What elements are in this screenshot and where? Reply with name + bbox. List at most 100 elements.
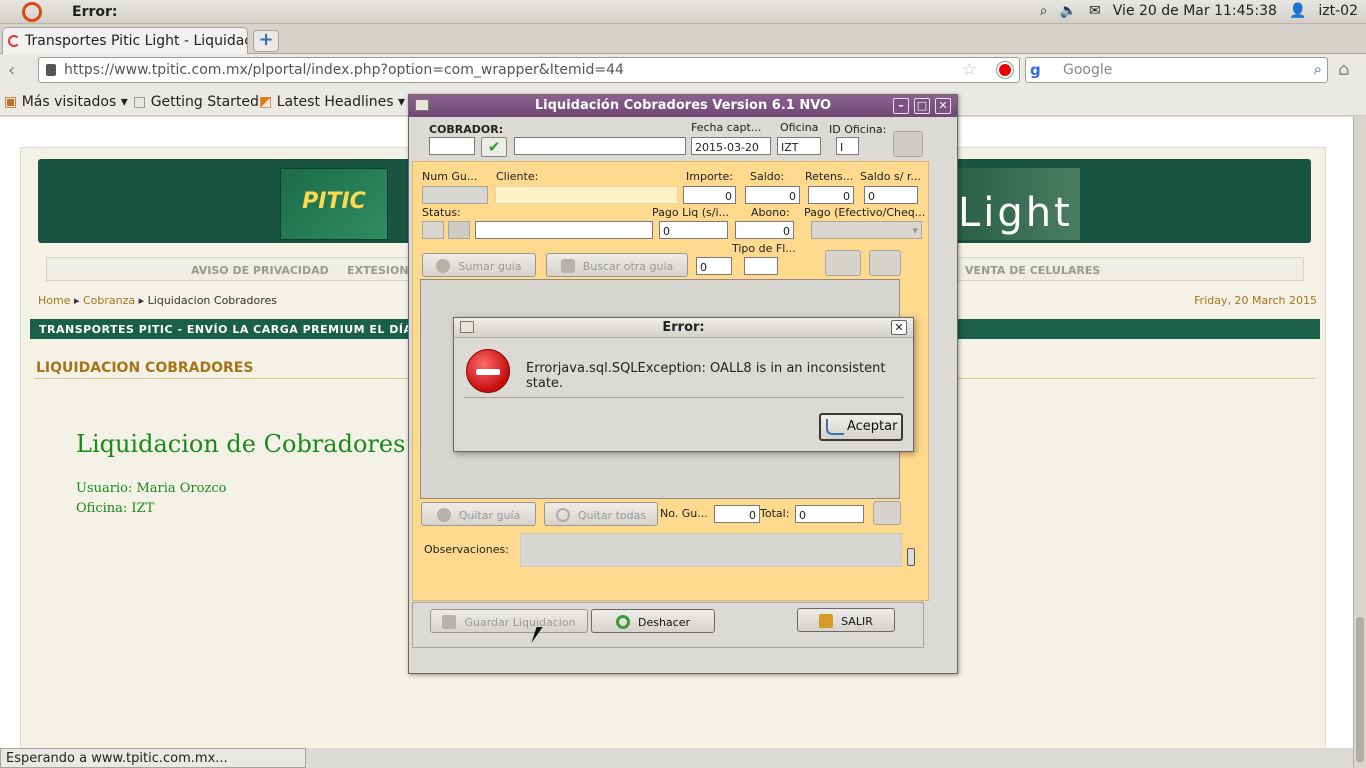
importe-field[interactable]: 0: [683, 186, 736, 204]
menu-aviso-privacidad[interactable]: AVISO DE PRIVACIDAD: [191, 264, 329, 277]
window-titlebar[interactable]: Liquidación Cobradores Version 6.1 NVO –…: [409, 95, 957, 117]
cobrador-name-field[interactable]: [514, 137, 686, 155]
error-message: Errorjava.sql.SQLException: OALL8 is in …: [526, 361, 886, 391]
total-field[interactable]: 0: [795, 505, 864, 523]
minimize-button[interactable]: –: [893, 98, 909, 114]
status-bar: Esperando a www.tpitic.com.mx...: [0, 748, 306, 768]
network-icon[interactable]: ⌕: [1040, 3, 1048, 19]
cobrador-id-field[interactable]: [429, 137, 475, 155]
exit-door-icon: [819, 614, 834, 628]
ubuntu-logo-icon[interactable]: [22, 2, 42, 22]
url-bar[interactable]: https://www.tpitic.com.mx/plportal/index…: [38, 57, 1020, 83]
quitar-todas-button[interactable]: Quitar todas: [544, 502, 658, 526]
browser-tab[interactable]: Transportes Pitic Light - Liquidac...: [2, 27, 248, 54]
mail-icon[interactable]: ✉: [1089, 3, 1101, 19]
user-info: Usuario: Maria Orozco: [76, 481, 227, 496]
scroll-handle[interactable]: [907, 548, 915, 566]
maximize-button[interactable]: □: [914, 98, 930, 114]
search-input[interactable]: g Google ⌕: [1025, 57, 1328, 83]
aceptar-button[interactable]: Aceptar: [819, 413, 903, 441]
num-guia-field[interactable]: [422, 186, 488, 204]
oficina-field[interactable]: IZT: [777, 137, 821, 155]
saldo-sr-field[interactable]: 0: [864, 186, 918, 204]
pitic-logo[interactable]: PITIC: [280, 168, 388, 240]
bookmark-getting-started[interactable]: □ Getting Started: [133, 94, 259, 110]
check-icon[interactable]: ✔: [481, 137, 507, 157]
menu-venta-celulares[interactable]: VENTA DE CELULARES: [965, 264, 1100, 277]
quitar-guia-button[interactable]: Quitar guía: [421, 502, 536, 526]
total-label: Total:: [760, 507, 790, 520]
id-oficina-field[interactable]: I: [836, 137, 859, 155]
scrollbar-thumb[interactable]: [1356, 617, 1364, 762]
user-icon[interactable]: 👤: [1289, 3, 1306, 19]
retens-field[interactable]: 0: [808, 186, 854, 204]
window-title: Liquidación Cobradores Version 6.1 NVO: [534, 98, 832, 113]
salir-button[interactable]: SALIR: [797, 608, 895, 632]
monitor-icon[interactable]: [873, 501, 901, 525]
pago-efectivo-select[interactable]: ▾: [811, 221, 922, 239]
google-icon[interactable]: g: [1030, 61, 1041, 79]
breadcrumb-home[interactable]: Home: [38, 294, 70, 307]
guia-count-field[interactable]: 0: [696, 257, 732, 275]
retens-label: Retens...: [805, 170, 854, 183]
binoculars-icon: [560, 259, 575, 273]
status-desc-field[interactable]: [475, 221, 653, 239]
cliente-label: Cliente:: [496, 170, 539, 183]
observaciones-field[interactable]: [520, 533, 902, 567]
back-icon[interactable]: ‹: [8, 60, 15, 81]
dialog-title: Error:: [662, 320, 705, 335]
magnifier-icon[interactable]: [869, 250, 901, 276]
brand-light-text: Light: [958, 190, 1073, 236]
record-icon[interactable]: [997, 62, 1013, 78]
status-field[interactable]: [422, 221, 444, 239]
fecha-field[interactable]: 2015-03-20: [691, 137, 771, 155]
navigation-bar: ‹ https://www.tpitic.com.mx/plportal/ind…: [0, 54, 1366, 88]
close-button[interactable]: ✕: [935, 98, 951, 114]
breadcrumb: Home ▸ Cobranza ▸ Liquidacion Cobradores: [38, 294, 278, 307]
guardar-liquidacion-button[interactable]: Guardar Liquidacion: [430, 609, 588, 633]
cliente-field[interactable]: [495, 186, 678, 204]
breadcrumb-current: Liquidacion Cobradores: [147, 294, 278, 307]
dialog-close-button[interactable]: ✕: [891, 320, 907, 335]
clock[interactable]: Vie 20 de Mar 11:45:38: [1113, 3, 1277, 19]
bookmark-star-icon[interactable]: ☆: [962, 60, 977, 80]
tipo-fl-field[interactable]: [744, 257, 778, 275]
no-guias-field[interactable]: 0: [714, 505, 760, 523]
calendar-icon[interactable]: [825, 250, 861, 276]
search-placeholder: Google: [1063, 62, 1113, 78]
breadcrumb-cobranza[interactable]: Cobranza: [83, 294, 135, 307]
deshacer-button[interactable]: Deshacer: [591, 609, 715, 633]
action-panel: Guardar Liquidacion Deshacer SALIR: [412, 602, 924, 648]
binoculars-icon[interactable]: [448, 221, 470, 239]
new-tab-button[interactable]: +: [253, 30, 279, 52]
pago-efectivo-label: Pago (Efectivo/Cheq...: [804, 206, 926, 219]
home-icon[interactable]: ⌂: [1338, 59, 1349, 80]
error-stop-icon: [466, 349, 510, 393]
url-text: https://www.tpitic.com.mx/plportal/index…: [64, 62, 624, 78]
saldo-label: Saldo:: [750, 170, 785, 183]
bookmark-latest-headlines[interactable]: ◩ Latest Headlines ▾: [259, 94, 405, 110]
pago-liq-field[interactable]: 0: [659, 221, 728, 239]
saldo-sr-label: Saldo s/ r...: [860, 170, 921, 183]
page-heading: Liquidacion de Cobradores: [76, 430, 406, 458]
fecha-label: Fecha capt...: [691, 121, 762, 134]
lock-icon: [46, 64, 56, 76]
dialog-titlebar[interactable]: Error: ✕: [454, 318, 913, 338]
username[interactable]: izt-02: [1318, 3, 1358, 19]
sumar-guia-button[interactable]: Sumar guía: [422, 253, 536, 277]
plus-icon: [436, 259, 451, 273]
page-scrollbar[interactable]: [1353, 117, 1366, 768]
bookmark-mas-visitados[interactable]: ▣ Más visitados ▾: [4, 94, 128, 110]
volume-icon[interactable]: 🔈: [1060, 3, 1077, 19]
search-icon[interactable]: ⌕: [1314, 60, 1322, 78]
no-guias-label: No. Gu...: [660, 507, 708, 520]
id-oficina-label: ID Oficina:: [829, 123, 887, 136]
buscar-guia-button[interactable]: Buscar otra guía: [546, 253, 688, 277]
saldo-field[interactable]: 0: [745, 186, 800, 204]
system-top-panel: Error: ⌕ 🔈 ✉ Vie 20 de Mar 11:45:38 👤 iz…: [0, 0, 1366, 24]
oficina-label: Oficina: [780, 121, 819, 134]
refresh-icon: [615, 615, 630, 629]
dialog-divider: [464, 397, 904, 398]
rss-icon[interactable]: [893, 131, 923, 157]
abono-field[interactable]: 0: [735, 221, 794, 239]
